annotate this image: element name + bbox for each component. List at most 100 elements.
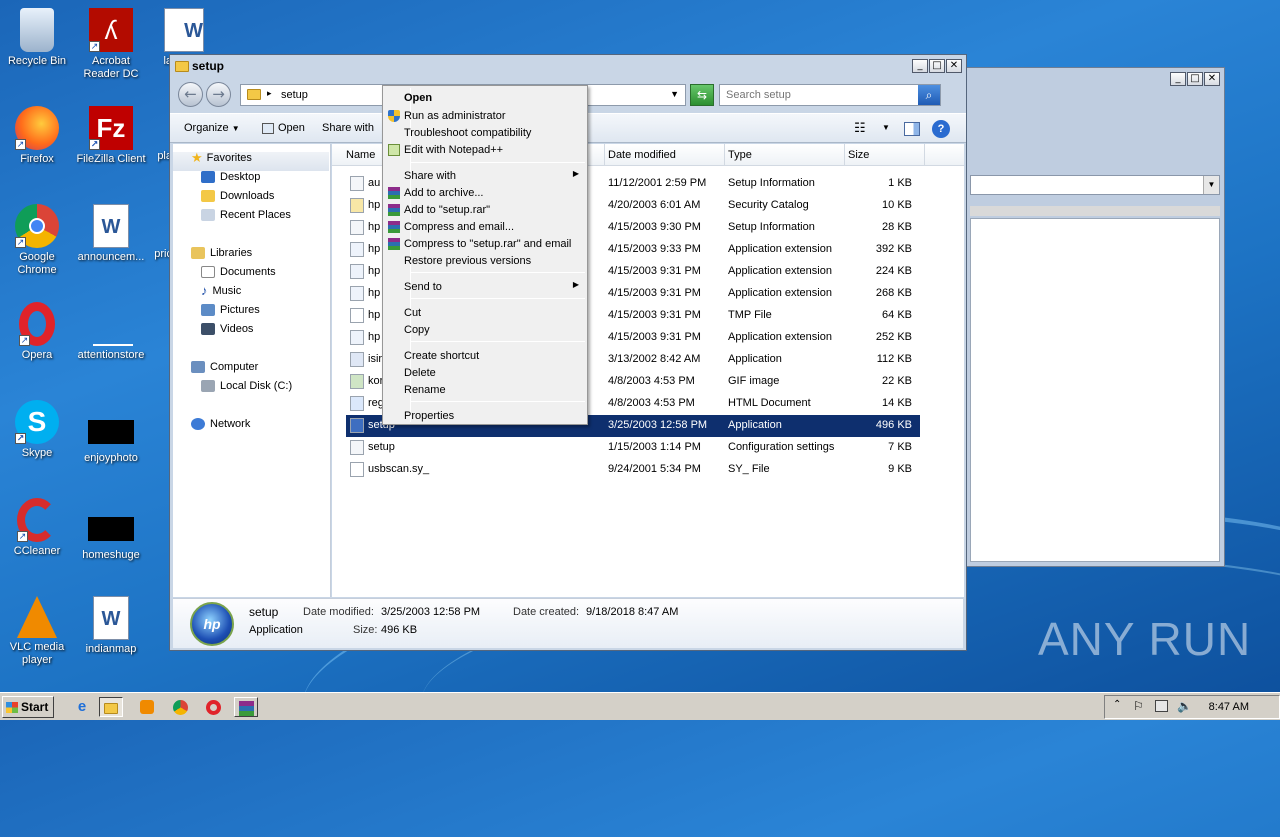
menu-item-restore-previous-versions[interactable]: Restore previous versions bbox=[385, 252, 585, 269]
desktop-icon-filezilla[interactable]: Fz ↗ FileZilla Client bbox=[74, 106, 148, 166]
opera-taskbar-icon[interactable] bbox=[201, 697, 225, 717]
desktop-icon-announcement[interactable]: W announcem... bbox=[74, 204, 148, 264]
menu-item-send-to[interactable]: Send to ▶ bbox=[385, 278, 585, 295]
media-player-icon[interactable] bbox=[135, 697, 159, 717]
desktop-icon-acrobat[interactable]: ʎ ↗ Acrobat Reader DC bbox=[74, 8, 148, 81]
file-date: 3/25/2003 12:58 PM bbox=[608, 419, 708, 431]
breadcrumb-setup[interactable]: setup bbox=[281, 89, 308, 101]
nav-computer[interactable]: Computer bbox=[191, 361, 258, 380]
column-header-name[interactable]: Name bbox=[346, 149, 375, 161]
explorer-taskbar-button[interactable] bbox=[99, 697, 123, 717]
menu-item-cut[interactable]: Cut bbox=[385, 304, 585, 321]
nav-desktop[interactable]: Desktop bbox=[201, 171, 260, 190]
background-window-combo[interactable]: ▼ bbox=[970, 175, 1220, 195]
start-button[interactable]: Start bbox=[2, 696, 54, 718]
menu-item-run-as-administrator[interactable]: Run as administrator bbox=[385, 107, 585, 124]
background-window-band bbox=[970, 206, 1220, 216]
chevron-down-icon[interactable]: ▼ bbox=[882, 123, 890, 132]
volume-icon[interactable]: 🔈 bbox=[1177, 699, 1192, 713]
minimize-button[interactable]: _ bbox=[1170, 72, 1186, 86]
menu-item-share-with[interactable]: Share with ▶ bbox=[385, 167, 585, 184]
menu-label: Restore previous versions bbox=[404, 255, 532, 267]
downloads-folder-icon bbox=[201, 190, 215, 203]
chevron-down-icon[interactable]: ▼ bbox=[670, 89, 679, 99]
menu-item-compress-and-email[interactable]: Compress and email... bbox=[385, 218, 585, 235]
file-icon bbox=[350, 374, 364, 389]
desktop-icon-enjoyphoto[interactable]: enjoyphoto bbox=[74, 408, 148, 465]
nav-music[interactable]: ♪ Music bbox=[201, 284, 241, 304]
clock[interactable]: 8:47 AM bbox=[1209, 701, 1249, 713]
column-header-size[interactable]: Size bbox=[848, 149, 869, 161]
open-button[interactable]: Open bbox=[262, 122, 305, 134]
action-center-flag-icon[interactable]: ⚐ bbox=[1133, 699, 1144, 713]
desktop-icon-ccleaner[interactable]: ↗ CCleaner bbox=[0, 498, 74, 558]
maximize-button[interactable]: □ bbox=[1187, 72, 1203, 86]
file-date: 4/15/2003 9:31 PM bbox=[608, 265, 701, 277]
nav-recent-places[interactable]: Recent Places bbox=[201, 209, 291, 228]
close-button[interactable]: ✕ bbox=[1204, 72, 1220, 86]
menu-item-add-to-setup-rar[interactable]: Add to "setup.rar" bbox=[385, 201, 585, 218]
winrar-taskbar-icon[interactable] bbox=[234, 697, 258, 717]
nav-documents[interactable]: Documents bbox=[201, 266, 276, 285]
column-header-type[interactable]: Type bbox=[728, 149, 752, 161]
minimize-button[interactable]: _ bbox=[912, 59, 928, 73]
menu-item-create-shortcut[interactable]: Create shortcut bbox=[385, 347, 585, 364]
close-button[interactable]: ✕ bbox=[946, 59, 962, 73]
search-box[interactable]: ⌕ bbox=[719, 84, 941, 106]
nav-favorites[interactable]: ★ Favorites bbox=[173, 151, 329, 171]
column-header-date[interactable]: Date modified bbox=[608, 149, 676, 161]
back-button[interactable]: ← bbox=[178, 82, 203, 107]
column-divider[interactable] bbox=[604, 144, 605, 166]
menu-item-open[interactable]: Open bbox=[385, 89, 585, 106]
preview-pane-icon[interactable] bbox=[904, 122, 920, 136]
title-bar[interactable]: setup _ □ ✕ bbox=[170, 55, 966, 77]
desktop-icon-vlc[interactable]: VLC media player bbox=[0, 596, 74, 667]
nav-pictures[interactable]: Pictures bbox=[201, 304, 260, 323]
share-with-button[interactable]: Share with bbox=[322, 122, 374, 134]
desktop-icon-recycle-bin[interactable]: Recycle Bin bbox=[0, 8, 74, 68]
file-date: 3/13/2002 8:42 AM bbox=[608, 353, 701, 365]
column-divider[interactable] bbox=[924, 144, 925, 166]
desktop-icon-indianmap[interactable]: W indianmap bbox=[74, 596, 148, 656]
network-tray-icon[interactable] bbox=[1155, 700, 1168, 712]
view-options-icon[interactable]: ☷ bbox=[854, 120, 866, 136]
menu-item-delete[interactable]: Delete bbox=[385, 364, 585, 381]
background-window[interactable]: _ □ ✕ ▼ bbox=[963, 67, 1225, 567]
show-hidden-icons-icon[interactable]: ⌃ bbox=[1113, 699, 1121, 710]
column-divider[interactable] bbox=[724, 144, 725, 166]
maximize-button[interactable]: □ bbox=[929, 59, 945, 73]
menu-item-edit-notepadpp[interactable]: Edit with Notepad++ bbox=[385, 141, 585, 158]
desktop-icon-homeshuge[interactable]: homeshuge bbox=[74, 505, 148, 562]
desktop-icon-opera[interactable]: ↗ Opera bbox=[0, 302, 74, 362]
shortcut-arrow-icon: ↗ bbox=[89, 41, 100, 52]
menu-item-compress-rar-email[interactable]: Compress to "setup.rar" and email bbox=[385, 235, 585, 252]
nav-local-disk[interactable]: Local Disk (C:) bbox=[201, 380, 292, 399]
search-input[interactable] bbox=[724, 86, 914, 104]
menu-item-properties[interactable]: Properties bbox=[385, 407, 585, 424]
menu-item-rename[interactable]: Rename bbox=[385, 381, 585, 398]
table-row[interactable]: setup 1/15/2003 1:14 PM Configuration sett… bbox=[346, 437, 920, 459]
nav-videos[interactable]: Videos bbox=[201, 323, 253, 342]
menu-item-add-to-archive[interactable]: Add to archive... bbox=[385, 184, 585, 201]
search-icon[interactable]: ⌕ bbox=[918, 85, 940, 105]
help-icon[interactable]: ? bbox=[932, 120, 950, 138]
nav-libraries[interactable]: Libraries bbox=[191, 247, 252, 266]
forward-button[interactable]: → bbox=[206, 82, 231, 107]
menu-item-troubleshoot[interactable]: Troubleshoot compatibility bbox=[385, 124, 585, 141]
desktop-icon-attentionstore[interactable]: attentionstore bbox=[74, 302, 148, 362]
refresh-button[interactable]: ⇆ bbox=[690, 84, 714, 106]
file-size: 392 KB bbox=[875, 243, 912, 255]
file-size: 252 KB bbox=[875, 331, 912, 343]
desktop-icon-google-chrome[interactable]: ↗ Google Chrome bbox=[0, 204, 74, 277]
internet-explorer-icon[interactable]: e bbox=[70, 697, 94, 717]
organize-button[interactable]: Organize ▼ bbox=[184, 122, 240, 134]
desktop-icon-skype[interactable]: S ↗ Skype bbox=[0, 400, 74, 460]
nav-network[interactable]: Network bbox=[191, 418, 250, 437]
table-row[interactable]: usbscan.sy_ 9/24/2001 5:34 PM SY_ File 9 KB bbox=[346, 459, 920, 481]
black-thumbnail-icon bbox=[88, 420, 134, 444]
chrome-taskbar-icon[interactable] bbox=[168, 697, 192, 717]
column-divider[interactable] bbox=[844, 144, 845, 166]
nav-downloads[interactable]: Downloads bbox=[201, 190, 274, 209]
menu-item-copy[interactable]: Copy bbox=[385, 321, 585, 338]
desktop-icon-firefox[interactable]: ↗ Firefox bbox=[0, 106, 74, 166]
